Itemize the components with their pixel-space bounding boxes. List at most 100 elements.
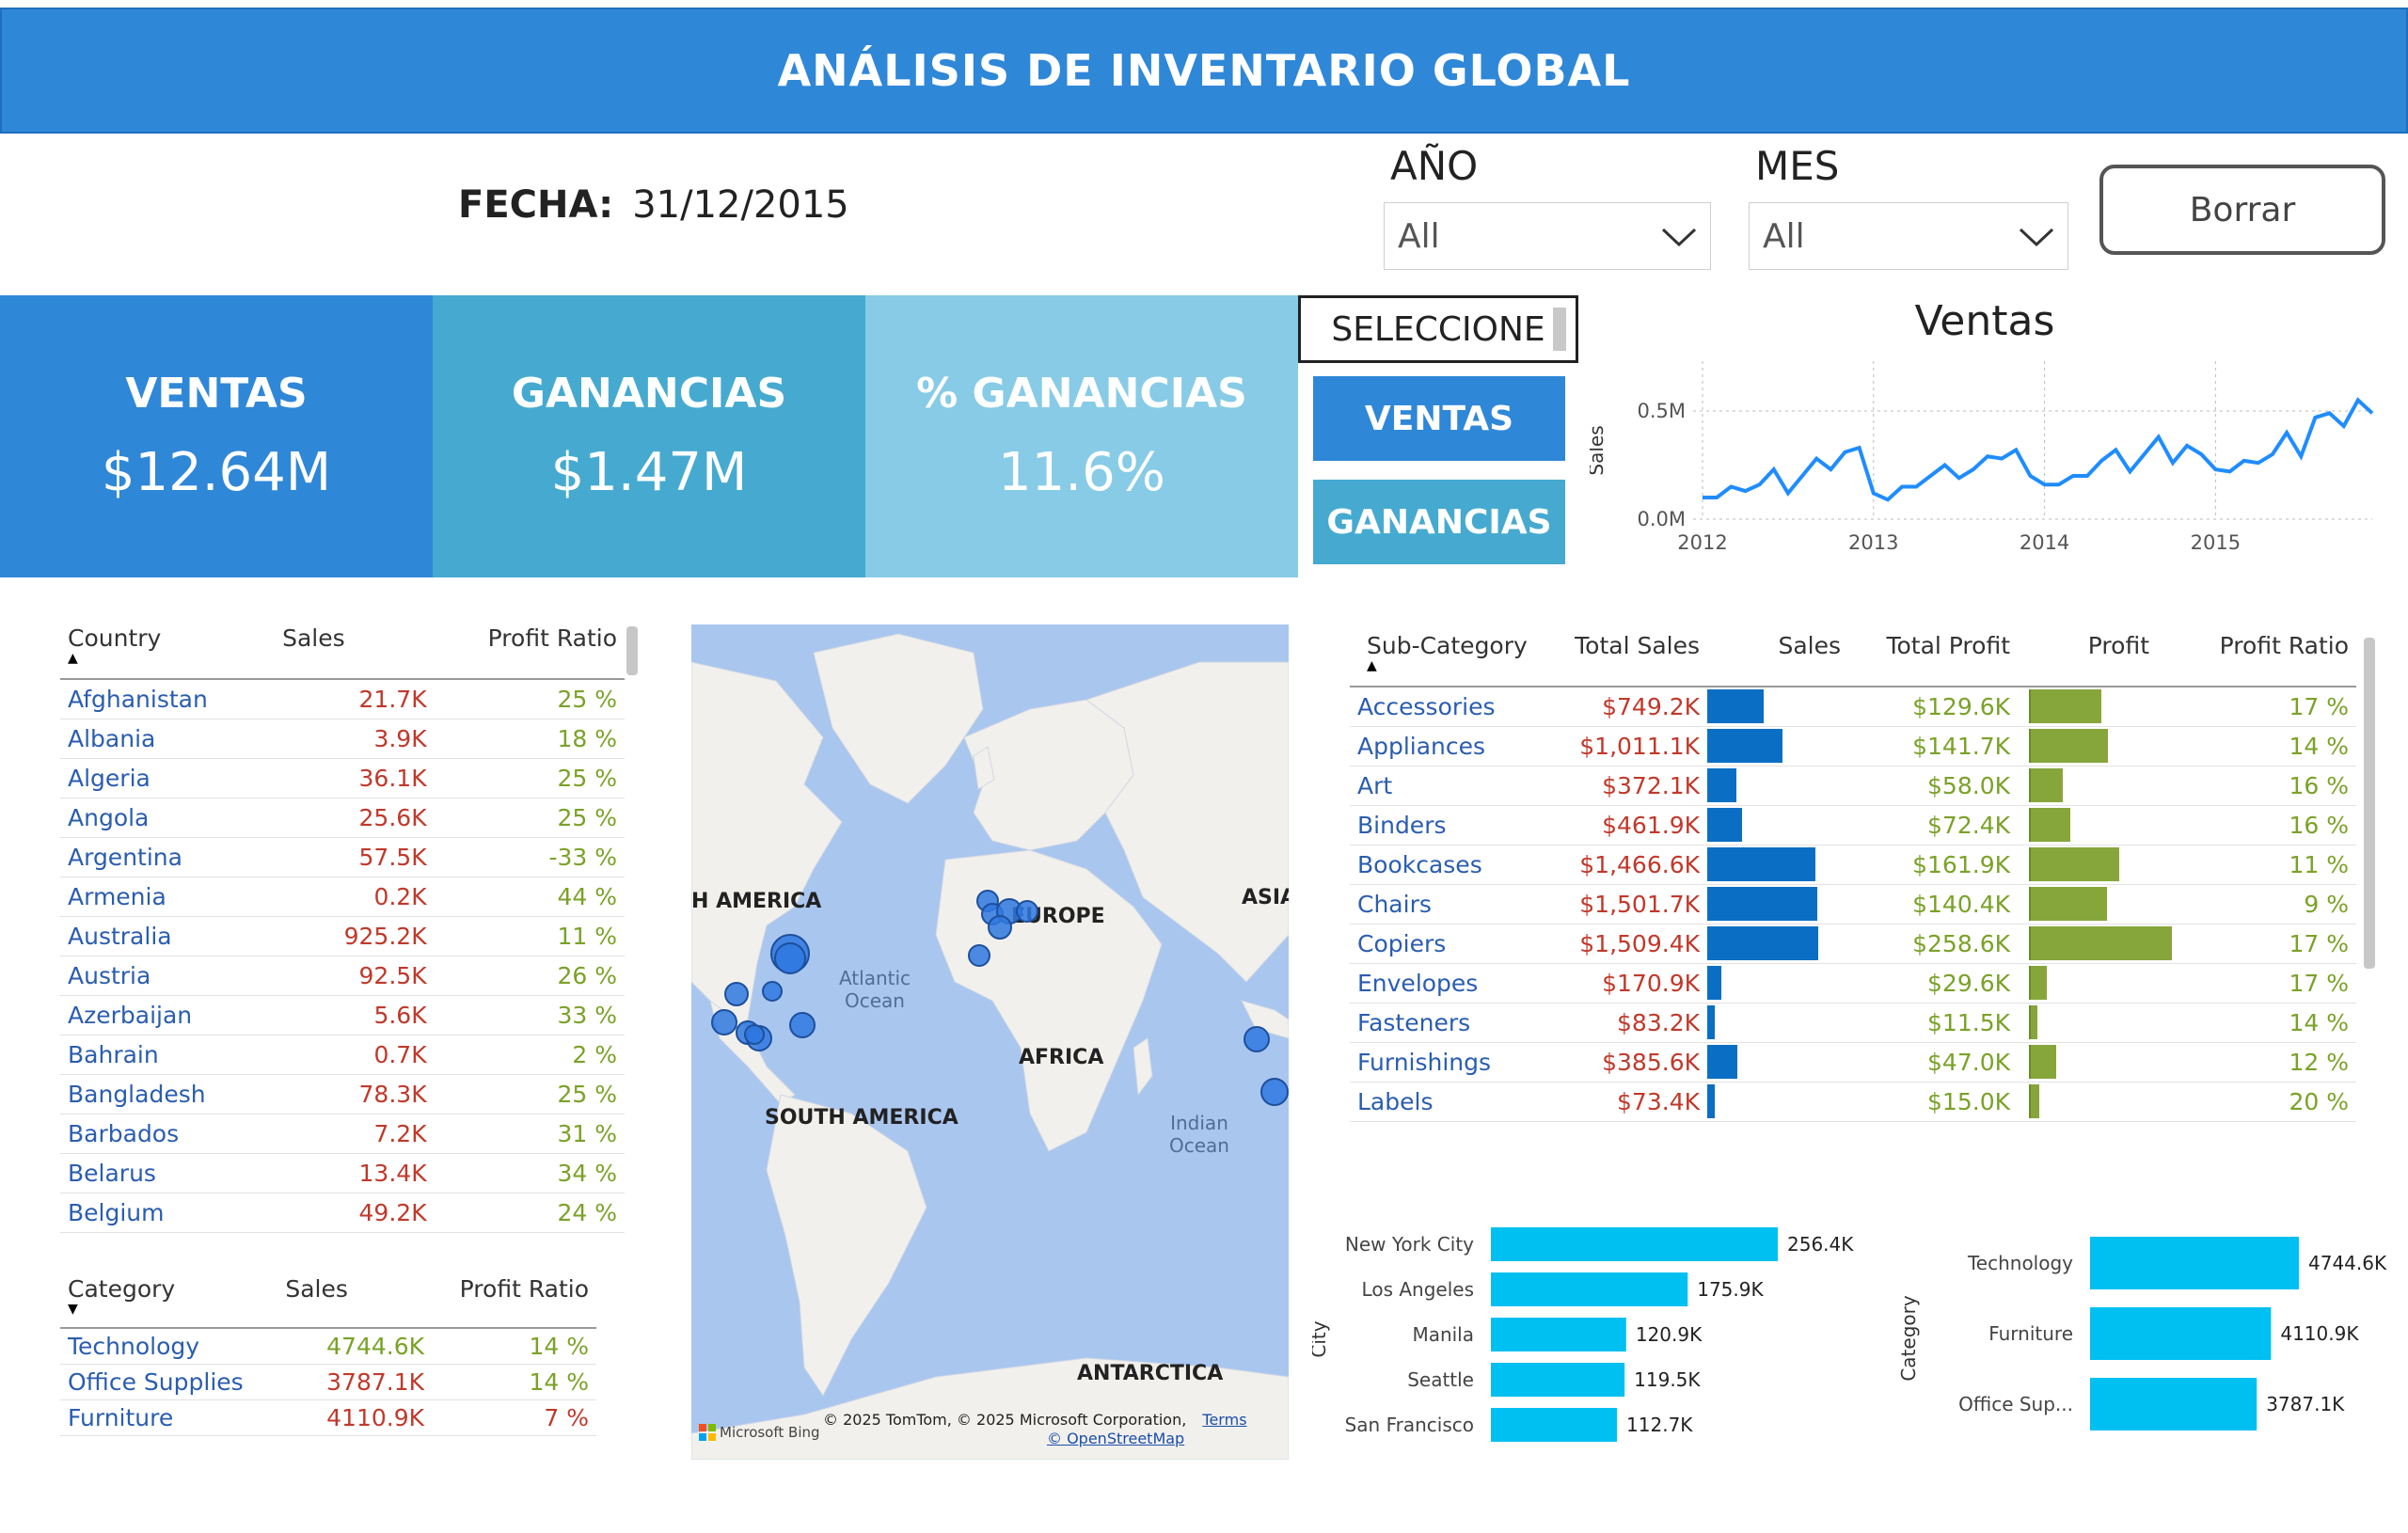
total-profit-cell: $140.4K xyxy=(1848,884,2018,925)
subcategory-cell: Envelopes xyxy=(1350,963,1538,1004)
bar[interactable] xyxy=(1491,1318,1626,1351)
table-row[interactable]: Art $372.1K $58.0K 16 % xyxy=(1350,766,2356,806)
table-row[interactable]: Bahrain 0.7K 2 % xyxy=(60,1035,625,1075)
bar[interactable] xyxy=(2090,1307,2272,1360)
data-label: 112.7K xyxy=(1626,1414,1693,1436)
table-row[interactable]: Angola 25.6K 25 % xyxy=(60,798,625,838)
country-cell: Australia xyxy=(60,916,276,956)
table-row[interactable]: Albania 3.9K 18 % xyxy=(60,719,625,759)
kpi-title: GANANCIAS xyxy=(511,370,787,418)
table-row[interactable]: Belgium 49.2K 24 % xyxy=(60,1193,625,1233)
table-row[interactable]: Technology 4744.6K 14 % xyxy=(60,1328,596,1365)
bar[interactable] xyxy=(1491,1227,1778,1261)
column-header-country[interactable]: Country ▲ xyxy=(60,624,275,679)
clear-filters-button[interactable]: Borrar xyxy=(2099,165,2385,255)
table-row[interactable]: Argentina 57.5K -33 % xyxy=(60,837,625,877)
map-marker[interactable] xyxy=(762,981,783,1002)
column-header-total-sales[interactable]: Total Sales xyxy=(1538,632,1707,687)
subcategory-table-scrollbar[interactable] xyxy=(2364,638,2375,969)
column-header-profit-bar[interactable]: Profit xyxy=(2018,632,2187,687)
column-header-sales[interactable]: Sales xyxy=(275,624,441,679)
title-text: ANÁLISIS DE INVENTARIO GLOBAL xyxy=(777,45,1631,96)
table-row[interactable]: Furnishings $385.6K $47.0K 12 % xyxy=(1350,1042,2356,1083)
selector-scrollbar[interactable] xyxy=(1553,308,1566,351)
terms-link[interactable]: Terms xyxy=(1202,1411,1246,1429)
table-row[interactable]: Accessories $749.2K $129.6K 17 % xyxy=(1350,687,2356,727)
table-row[interactable]: Binders $461.9K $72.4K 16 % xyxy=(1350,805,2356,846)
country-cell: Angola xyxy=(60,798,276,838)
total-profit-cell: $29.6K xyxy=(1848,963,2018,1004)
sales-map[interactable]: H AMERICA EUROPE ASIA AFRICA SOUTH AMERI… xyxy=(691,624,1289,1460)
table-row[interactable]: Chairs $1,501.7K $140.4K 9 % xyxy=(1350,884,2356,925)
y-tick-label: 0.5M xyxy=(1637,400,1686,422)
profit-ratio-cell: 25 % xyxy=(441,1074,625,1114)
table-row[interactable]: Appliances $1,011.1K $141.7K 14 % xyxy=(1350,726,2356,766)
sort-descending-icon: ▼ xyxy=(68,1302,78,1317)
bar[interactable] xyxy=(2090,1237,2299,1289)
bar[interactable] xyxy=(1491,1408,1618,1442)
column-header-profit-ratio[interactable]: Profit Ratio xyxy=(2187,632,2356,687)
table-row[interactable]: Fasteners $83.2K $11.5K 14 % xyxy=(1350,1003,2356,1043)
sales-bar xyxy=(1707,1005,1716,1039)
bar[interactable] xyxy=(1491,1363,1625,1397)
category-cell: Furniture xyxy=(60,1399,278,1436)
month-dropdown[interactable]: All xyxy=(1749,202,2068,270)
table-row[interactable]: Algeria 36.1K 25 % xyxy=(60,758,625,798)
column-header-profit-ratio[interactable]: Profit Ratio xyxy=(432,1275,596,1328)
table-row[interactable]: Labels $73.4K $15.0K 20 % xyxy=(1350,1082,2356,1122)
country-table-scrollbar[interactable] xyxy=(626,626,638,675)
column-header-profit-ratio[interactable]: Profit Ratio xyxy=(442,624,625,679)
table-row[interactable]: Australia 925.2K 11 % xyxy=(60,916,625,956)
column-header-total-profit[interactable]: Total Profit xyxy=(1848,632,2018,687)
table-row[interactable]: Office Supplies 3787.1K 14 % xyxy=(60,1364,596,1400)
bar[interactable] xyxy=(2090,1378,2258,1430)
data-label: 119.5K xyxy=(1634,1368,1701,1391)
x-tick-label: 2014 xyxy=(2020,531,2069,554)
select-profit-button[interactable]: GANANCIAS xyxy=(1313,480,1565,564)
subcategory-cell: Binders xyxy=(1350,805,1538,846)
profit-ratio-cell: 25 % xyxy=(441,798,625,838)
table-row[interactable]: Bangladesh 78.3K 25 % xyxy=(60,1074,625,1114)
table-row[interactable]: Barbados 7.2K 31 % xyxy=(60,1114,625,1154)
profit-ratio-cell: 26 % xyxy=(441,956,625,996)
map-marker[interactable] xyxy=(789,1012,816,1038)
table-row[interactable]: Furniture 4110.9K 7 % xyxy=(60,1399,596,1436)
map-marker[interactable] xyxy=(988,915,1012,940)
kpi-profit-card: GANANCIAS $1.47M xyxy=(433,295,865,577)
sales-cell: 3.9K xyxy=(275,719,442,759)
column-header-sales[interactable]: Sales xyxy=(277,1275,432,1328)
map-marker[interactable] xyxy=(1260,1078,1289,1106)
table-row[interactable]: Austria 92.5K 26 % xyxy=(60,956,625,996)
table-row[interactable]: Belarus 13.4K 34 % xyxy=(60,1153,625,1193)
total-sales-cell: $73.4K xyxy=(1538,1082,1707,1122)
bar[interactable] xyxy=(1491,1272,1688,1306)
column-header-category[interactable]: Category ▼ xyxy=(60,1275,277,1328)
column-header-subcategory[interactable]: Sub-Category ▲ xyxy=(1350,632,1538,687)
table-row[interactable]: Bookcases $1,466.6K $161.9K 11 % xyxy=(1350,845,2356,885)
map-marker[interactable] xyxy=(968,944,990,967)
map-marker[interactable] xyxy=(774,942,806,974)
header-label: Category xyxy=(68,1275,176,1303)
table-row[interactable]: Armenia 0.2K 44 % xyxy=(60,877,625,917)
table-row[interactable]: Afghanistan 21.7K 25 % xyxy=(60,679,625,719)
map-marker[interactable] xyxy=(724,982,749,1006)
map-marker[interactable] xyxy=(1016,900,1038,923)
map-marker[interactable] xyxy=(711,1009,737,1035)
country-cell: Algeria xyxy=(60,758,276,798)
table-row[interactable]: Envelopes $170.9K $29.6K 17 % xyxy=(1350,963,2356,1004)
map-marker[interactable] xyxy=(744,1024,765,1045)
column-header-sales-bar[interactable]: Sales xyxy=(1707,632,1848,687)
country-cell: Belgium xyxy=(60,1193,276,1233)
select-sales-button[interactable]: VENTAS xyxy=(1313,376,1565,461)
openstreetmap-link[interactable]: © OpenStreetMap xyxy=(1047,1430,1184,1447)
page-title: ANÁLISIS DE INVENTARIO GLOBAL xyxy=(0,8,2408,134)
sales-bar xyxy=(1707,689,1764,724)
profit-ratio-cell: 33 % xyxy=(441,995,625,1035)
sort-ascending-icon: ▲ xyxy=(68,651,78,666)
profit-ratio-cell: 11 % xyxy=(2187,845,2356,885)
map-marker[interactable] xyxy=(1244,1026,1270,1052)
table-row[interactable]: Copiers $1,509.4K $258.6K 17 % xyxy=(1350,924,2356,964)
table-row[interactable]: Azerbaijan 5.6K 33 % xyxy=(60,995,625,1035)
sales-bar xyxy=(1707,926,1818,960)
year-dropdown[interactable]: All xyxy=(1384,202,1711,270)
